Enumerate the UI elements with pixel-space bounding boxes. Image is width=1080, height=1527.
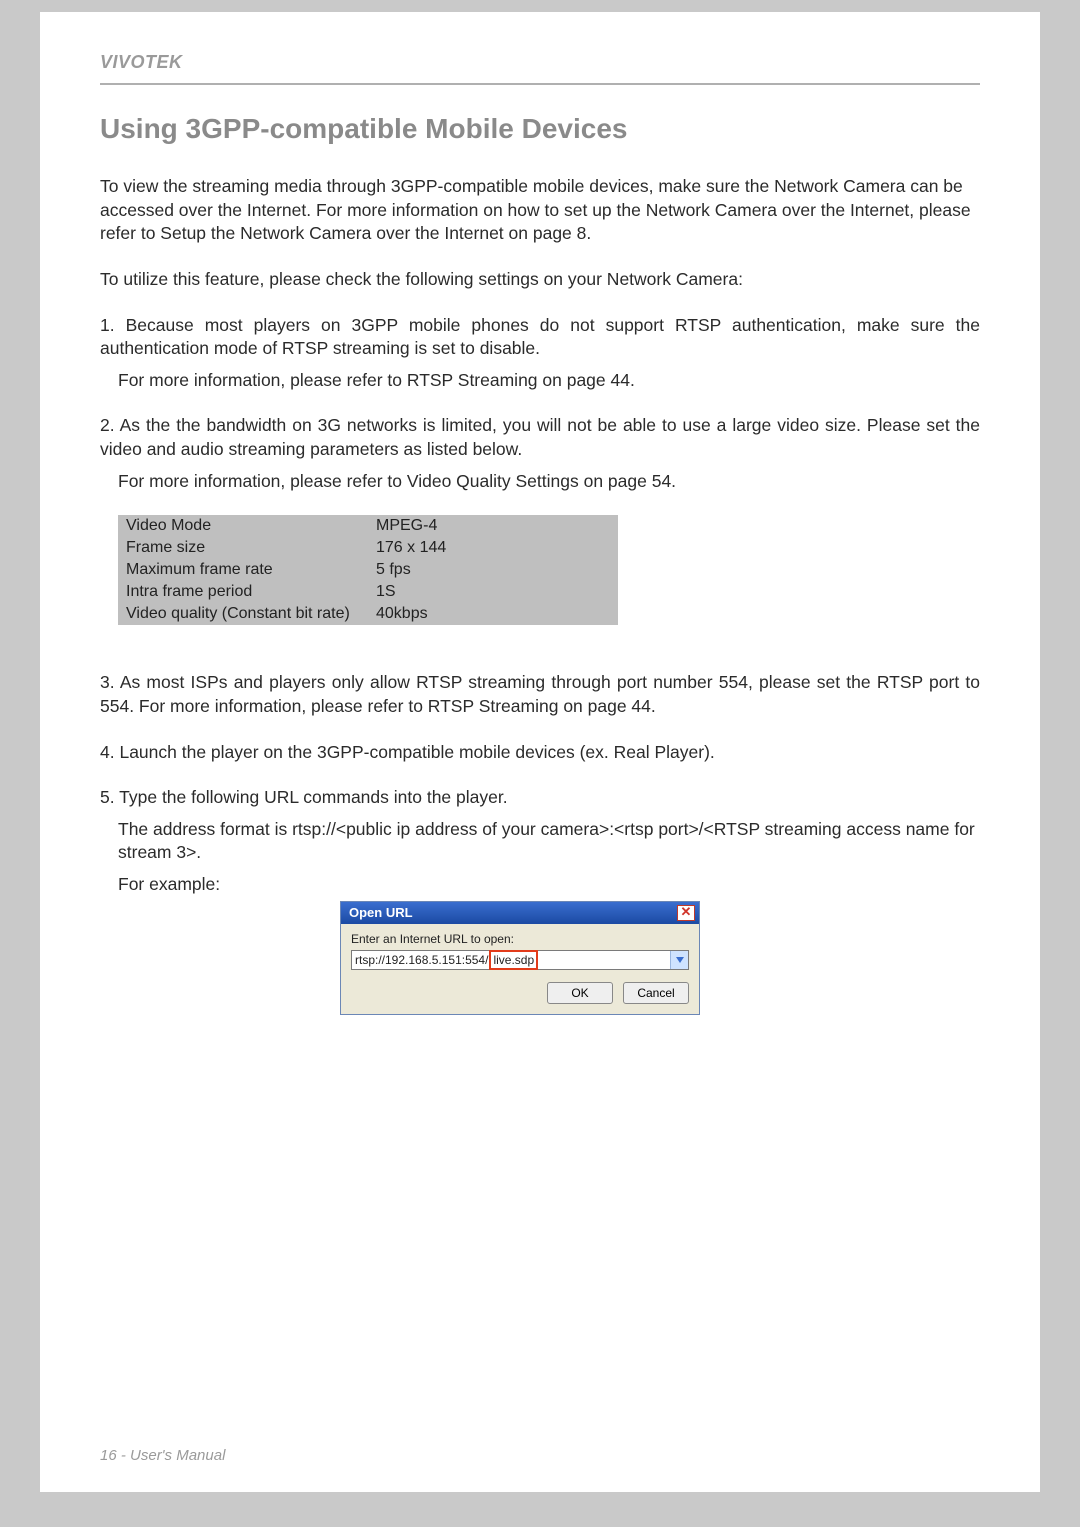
setting-val: 40kbps — [368, 603, 618, 625]
step-5-line-a: 5. Type the following URL commands into … — [100, 786, 980, 810]
dialog-button-row: OK Cancel — [351, 982, 689, 1004]
dialog-label: Enter an Internet URL to open: — [351, 932, 689, 946]
setting-key: Video Mode — [118, 515, 368, 537]
setting-key: Intra frame period — [118, 581, 368, 603]
url-prefix: rtsp://192.168.5.151:554/ — [352, 951, 489, 969]
utilize-paragraph: To utilize this feature, please check th… — [100, 268, 980, 292]
setting-val: 1S — [368, 581, 618, 603]
table-row: Intra frame period 1S — [118, 581, 618, 603]
setting-key: Frame size — [118, 537, 368, 559]
table-row: Frame size 176 x 144 — [118, 537, 618, 559]
setting-val: 5 fps — [368, 559, 618, 581]
chevron-down-icon[interactable] — [670, 951, 688, 969]
url-highlighted-segment: live.sdp — [489, 950, 538, 970]
ok-button[interactable]: OK — [547, 982, 613, 1004]
step-1-line-a: 1. Because most players on 3GPP mobile p… — [100, 314, 980, 361]
page-footer: 16 - User's Manual — [100, 1447, 225, 1464]
open-url-dialog: Open URL ✕ Enter an Internet URL to open… — [340, 901, 700, 1015]
setting-key: Video quality (Constant bit rate) — [118, 603, 368, 625]
step-2-line-a: 2. As the the bandwidth on 3G networks i… — [100, 414, 980, 461]
manual-page: VIVOTEK Using 3GPP-compatible Mobile Dev… — [40, 12, 1040, 1492]
dialog-body: Enter an Internet URL to open: rtsp://19… — [341, 924, 699, 1014]
step-3: 3. As most ISPs and players only allow R… — [100, 671, 980, 718]
close-icon[interactable]: ✕ — [677, 905, 695, 921]
intro-paragraph: To view the streaming media through 3GPP… — [100, 175, 980, 246]
section-title: Using 3GPP-compatible Mobile Devices — [100, 113, 980, 145]
setting-val: 176 x 144 — [368, 537, 618, 559]
setting-val: MPEG-4 — [368, 515, 618, 537]
step-5-line-c: For example: — [100, 873, 980, 897]
table-row: Video Mode MPEG-4 — [118, 515, 618, 537]
cancel-button[interactable]: Cancel — [623, 982, 689, 1004]
table-row: Video quality (Constant bit rate) 40kbps — [118, 603, 618, 625]
step-4: 4. Launch the player on the 3GPP-compati… — [100, 741, 980, 765]
dialog-titlebar: Open URL ✕ — [341, 902, 699, 924]
setting-key: Maximum frame rate — [118, 559, 368, 581]
brand-header: VIVOTEK — [100, 52, 980, 83]
step-2-line-b: For more information, please refer to Vi… — [100, 470, 980, 494]
url-input[interactable]: rtsp://192.168.5.151:554/ live.sdp — [351, 950, 689, 970]
settings-table: Video Mode MPEG-4 Frame size 176 x 144 M… — [118, 515, 618, 625]
table-row: Maximum frame rate 5 fps — [118, 559, 618, 581]
dialog-title: Open URL — [349, 905, 413, 920]
step-5-line-b: The address format is rtsp://<public ip … — [100, 818, 980, 865]
step-1-line-b: For more information, please refer to RT… — [100, 369, 980, 393]
header-divider — [100, 83, 980, 85]
